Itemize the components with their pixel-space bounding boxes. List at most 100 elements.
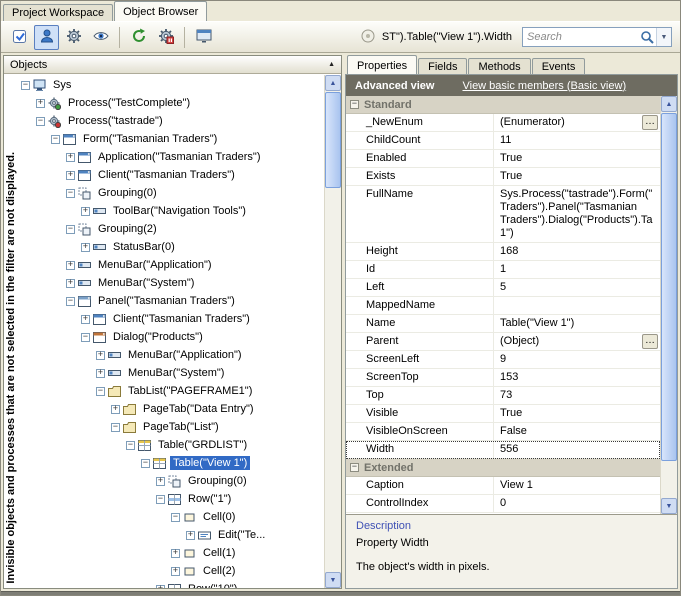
tree-item[interactable]: −Row("1")	[19, 490, 324, 508]
tree-expander[interactable]: −	[36, 117, 45, 126]
refresh-button[interactable]	[126, 25, 151, 50]
tree-expander[interactable]: +	[66, 153, 75, 162]
collapse-icon[interactable]: −	[350, 100, 359, 109]
property-row[interactable]: Height168	[346, 243, 660, 261]
scroll-up-icon[interactable]: ▲	[661, 96, 677, 112]
scroll-up-icon[interactable]: ▲	[325, 75, 341, 91]
tree-expander[interactable]: +	[171, 549, 180, 558]
tree-item[interactable]: −PageTab("List")	[19, 418, 324, 436]
tree-expander[interactable]: +	[81, 315, 90, 324]
tree-expander[interactable]: +	[96, 351, 105, 360]
view-options-button[interactable]	[88, 25, 113, 50]
property-row[interactable]: Id1	[346, 261, 660, 279]
tab-object-browser[interactable]: Object Browser	[114, 1, 207, 21]
scroll-down-icon[interactable]: ▼	[661, 498, 677, 514]
tree-item[interactable]: −Sys	[19, 76, 324, 94]
highlight-object-button[interactable]	[34, 25, 59, 50]
tree-item[interactable]: +Row("10")	[19, 580, 324, 588]
search-input[interactable]	[523, 31, 638, 43]
property-row[interactable]: Width556	[346, 441, 660, 459]
tree-item[interactable]: +PageTab("Data Entry")	[19, 400, 324, 418]
scroll-down-icon[interactable]: ▼	[325, 572, 341, 588]
ellipsis-button[interactable]: …	[642, 115, 658, 130]
tab-events[interactable]: Events	[532, 58, 586, 74]
tree-expander[interactable]: +	[66, 171, 75, 180]
tab-fields[interactable]: Fields	[418, 58, 467, 74]
tree-item[interactable]: −Cell(0)	[19, 508, 324, 526]
tree-item[interactable]: +ToolBar("Navigation Tools")	[19, 202, 324, 220]
tree-item[interactable]: −Process("tastrade")	[19, 112, 324, 130]
tree-expander[interactable]: +	[96, 369, 105, 378]
tree-item[interactable]: +MenuBar("System")	[19, 274, 324, 292]
show-panel-button[interactable]	[191, 25, 216, 50]
property-row[interactable]: CaptionView 1	[346, 477, 660, 495]
tree-item[interactable]: −Table("View 1")	[19, 454, 324, 472]
tree-expander[interactable]: +	[156, 477, 165, 486]
property-section-header[interactable]: −Extended	[346, 459, 660, 477]
tab-project-workspace[interactable]: Project Workspace	[3, 4, 113, 21]
property-row[interactable]: ScreenLeft9	[346, 351, 660, 369]
property-row[interactable]: _NewEnum(Enumerator)…	[346, 114, 660, 132]
tree-item[interactable]: +Grouping(0)	[19, 472, 324, 490]
property-row[interactable]: VisibleTrue	[346, 405, 660, 423]
tree-expander[interactable]: −	[21, 81, 30, 90]
tree-item[interactable]: +Cell(2)	[19, 562, 324, 580]
search-dropdown-button[interactable]: ▼	[656, 28, 671, 46]
collapse-icon[interactable]: −	[350, 463, 359, 472]
tree-item[interactable]: −Grouping(2)	[19, 220, 324, 238]
tree-expander[interactable]: −	[111, 423, 120, 432]
properties-scrollbar-thumb[interactable]	[661, 113, 677, 461]
basic-view-link[interactable]: View basic members (Basic view)	[462, 80, 626, 92]
property-row[interactable]: VisibleOnScreenFalse	[346, 423, 660, 441]
tree-expander[interactable]: +	[36, 99, 45, 108]
tree-item[interactable]: +MenuBar("Application")	[19, 256, 324, 274]
property-row[interactable]: Top73	[346, 387, 660, 405]
tree-expander[interactable]: +	[81, 243, 90, 252]
tree-item[interactable]: −Table("GRDLIST")	[19, 436, 324, 454]
tree-expander[interactable]: +	[156, 585, 165, 589]
process-filter-button[interactable]	[153, 25, 178, 50]
tree-item[interactable]: +Application("Tasmanian Traders")	[19, 148, 324, 166]
tree-expander[interactable]: −	[171, 513, 180, 522]
property-row[interactable]: FullNameSys.Process("tastrade").Form(" T…	[346, 186, 660, 243]
property-section-header[interactable]: −Standard	[346, 96, 660, 114]
tree-item[interactable]: −Dialog("Products")	[19, 328, 324, 346]
property-row[interactable]: ScreenTop153	[346, 369, 660, 387]
tree-expander[interactable]: −	[66, 297, 75, 306]
ellipsis-button[interactable]: …	[642, 334, 658, 349]
property-row[interactable]: EnabledTrue	[346, 150, 660, 168]
search-icon[interactable]	[638, 30, 656, 44]
tree-item[interactable]: −TabList("PAGEFRAME1")	[19, 382, 324, 400]
tree-expander[interactable]: −	[96, 387, 105, 396]
tree-item[interactable]: −Panel("Tasmanian Traders")	[19, 292, 324, 310]
tree-expander[interactable]: −	[141, 459, 150, 468]
tree-item[interactable]: +Cell(1)	[19, 544, 324, 562]
tree-expander[interactable]: +	[81, 207, 90, 216]
properties-scrollbar[interactable]: ▲ ▼	[660, 96, 677, 514]
property-row[interactable]: ChildCount11	[346, 132, 660, 150]
tree-expander[interactable]: −	[81, 333, 90, 342]
tree-item[interactable]: +Edit("Te...	[19, 526, 324, 544]
tree-expander[interactable]: −	[156, 495, 165, 504]
tree-expander[interactable]: −	[66, 225, 75, 234]
tree-expander[interactable]: +	[186, 531, 195, 540]
tree-item[interactable]: +MenuBar("Application")	[19, 346, 324, 364]
tree-item[interactable]: −Grouping(0)	[19, 184, 324, 202]
tree-expander[interactable]: +	[171, 567, 180, 576]
tree-item[interactable]: +Process("TestComplete")	[19, 94, 324, 112]
tree-item[interactable]: −Form("Tasmanian Traders")	[19, 130, 324, 148]
tab-methods[interactable]: Methods	[468, 58, 530, 74]
panel-collapse-icon[interactable]: ▲	[328, 61, 335, 68]
tree-expander[interactable]: +	[66, 279, 75, 288]
property-row[interactable]: ControlIndex0	[346, 495, 660, 513]
property-row[interactable]: ExistsTrue	[346, 168, 660, 186]
tree-scrollbar-thumb[interactable]	[325, 92, 341, 188]
property-row[interactable]: MappedName	[346, 297, 660, 315]
tree-item[interactable]: +Client("Tasmanian Traders")	[19, 166, 324, 184]
tree-item[interactable]: +StatusBar(0)	[19, 238, 324, 256]
tree-item[interactable]: +MenuBar("System")	[19, 364, 324, 382]
tree-expander[interactable]: +	[111, 405, 120, 414]
map-object-button[interactable]	[7, 25, 32, 50]
tree-expander[interactable]: +	[66, 261, 75, 270]
tab-properties[interactable]: Properties	[347, 55, 417, 74]
